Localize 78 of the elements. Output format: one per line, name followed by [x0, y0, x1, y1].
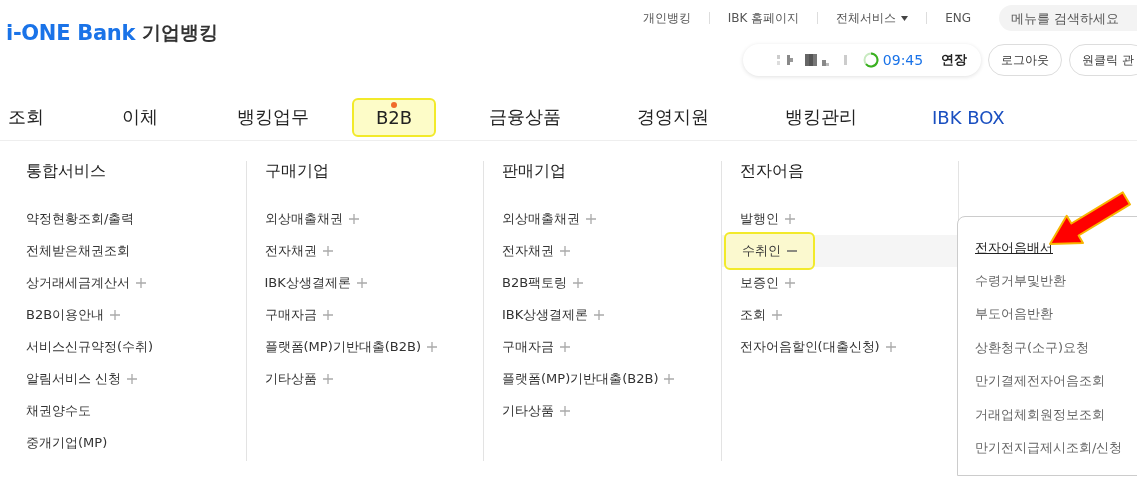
plus-icon	[594, 310, 605, 320]
menu-item[interactable]: 구매자금	[484, 338, 570, 356]
plus-icon	[127, 374, 138, 384]
plus-icon	[573, 278, 584, 288]
logo-text[interactable]: i-ONE Bank	[6, 21, 136, 45]
menu-item[interactable]: IBK상생결제론	[484, 306, 605, 324]
plus-icon	[784, 278, 795, 288]
submenu-item[interactable]: 상환청구(소구)요청	[958, 331, 1137, 365]
menu-item[interactable]: 외상매출채권	[246, 210, 359, 228]
active-dot-icon	[391, 101, 398, 108]
plus-icon	[560, 342, 570, 352]
menu-item[interactable]: 전자어음할인(대출신청)	[721, 338, 896, 356]
submenu-item[interactable]: 만기결제전자어음조회	[958, 364, 1137, 398]
column-heading: 구매기업	[263, 161, 330, 182]
plus-icon	[664, 374, 675, 384]
plus-icon	[784, 214, 795, 224]
menu-item[interactable]: 전자채권	[246, 242, 333, 260]
nav-tab[interactable]: 조회	[8, 105, 44, 129]
menu-item[interactable]: 중개기업(MP)	[8, 434, 108, 452]
plus-icon	[136, 278, 146, 288]
submenu-item[interactable]: 전자어음배서	[958, 231, 1137, 265]
plus-icon	[586, 214, 596, 224]
column-heading: 판매기업	[501, 161, 567, 182]
plus-icon	[348, 214, 359, 224]
nav-tab[interactable]: 뱅킹관리	[785, 105, 857, 129]
plus-icon	[356, 278, 367, 288]
extend-button[interactable]: 연장	[941, 51, 968, 69]
submenu-item[interactable]: 수령거부및반환	[958, 264, 1137, 298]
logout-button[interactable]: 로그아웃	[988, 44, 1063, 76]
plus-icon	[560, 406, 570, 416]
nav-tab[interactable]: 금융상품	[489, 105, 561, 129]
menu-item[interactable]: 수취인	[723, 232, 815, 270]
menu-item[interactable]: 약정현황조회/출력	[8, 210, 135, 228]
menu-item[interactable]: 구매자금	[246, 306, 333, 324]
logo-subtitle: 기업뱅킹	[142, 20, 219, 45]
search-field[interactable]: 메뉴를 검색하세요	[999, 5, 1137, 31]
menu-item[interactable]: 발행인	[721, 210, 795, 228]
nav-tab[interactable]: 뱅킹업무	[237, 105, 309, 129]
menu-item[interactable]: 외상매출채권	[484, 210, 596, 228]
top-link[interactable]: 개인뱅킹	[642, 9, 691, 27]
menu-item[interactable]: 보증인	[721, 274, 795, 292]
top-link[interactable]: IBK 홈페이지	[727, 9, 800, 27]
top-link[interactable]: ENG	[945, 11, 971, 25]
menu-item[interactable]: 전자채권	[484, 242, 570, 260]
menu-item[interactable]: IBK상생결제론	[246, 274, 367, 292]
submenu-item[interactable]: 만기전지급제시조회/신청	[958, 431, 1137, 465]
menu-item[interactable]: 상거래세금계산서	[8, 274, 146, 292]
nav-tab[interactable]: 경영지원	[637, 105, 709, 129]
menu-item[interactable]: 기타상품	[246, 370, 333, 388]
column-heading: 통합서비스	[25, 161, 107, 182]
plus-icon	[426, 342, 437, 352]
plus-icon	[322, 374, 333, 384]
menu-item[interactable]: 전체받은채권조회	[8, 242, 130, 260]
menu-item[interactable]: 플랫폼(MP)기반대출(B2B)	[484, 370, 675, 388]
plus-icon	[885, 342, 896, 352]
menu-item[interactable]: 서비스신규약정(수취)	[8, 338, 154, 356]
menu-item[interactable]: B2B이용안내	[8, 306, 121, 324]
submenu-item[interactable]: 거래업체회원정보조회	[958, 397, 1137, 432]
plus-icon	[322, 310, 333, 320]
submenu-item[interactable]: 부도어음반환	[958, 297, 1137, 332]
menu-item[interactable]: 플랫폼(MP)기반대출(B2B)	[246, 338, 437, 356]
menu-item[interactable]: 알림서비스 신청	[8, 370, 138, 388]
nav-tab[interactable]: 이체	[122, 105, 158, 129]
column-heading: 전자어음	[738, 161, 805, 182]
plus-icon	[560, 246, 570, 256]
top-link[interactable]: 전체서비스	[836, 9, 909, 27]
one-click-button[interactable]: 원클릭 관	[1069, 44, 1137, 76]
plus-icon	[771, 310, 782, 320]
menu-item[interactable]: B2B팩토링	[484, 274, 584, 292]
plus-icon	[322, 246, 333, 256]
session-time: 09:45	[882, 52, 924, 68]
menu-item[interactable]: 기타상품	[484, 402, 570, 420]
plus-icon	[110, 310, 121, 320]
nav-tab[interactable]: IBK BOX	[932, 106, 1005, 128]
nav-tab[interactable]: B2B	[352, 97, 437, 137]
timer-icon	[862, 52, 879, 68]
menu-item[interactable]: 채권양수도	[8, 402, 91, 420]
menu-item[interactable]: 조회	[721, 306, 782, 324]
